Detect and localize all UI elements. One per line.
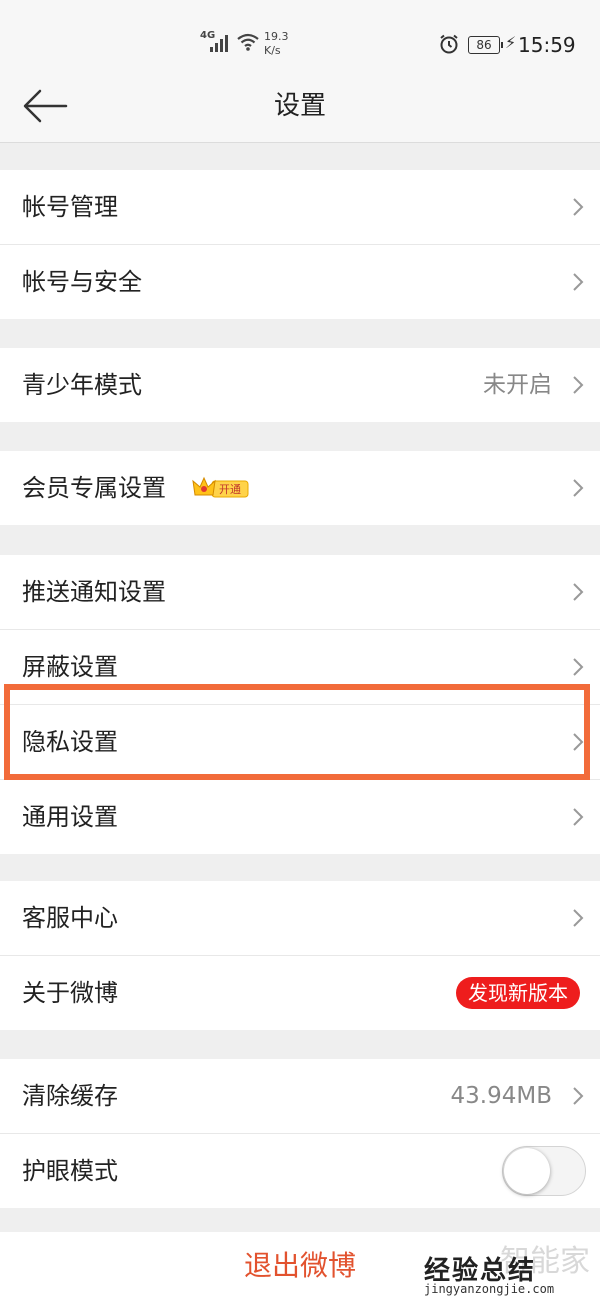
settings-item-label: 推送通知设置 — [22, 578, 166, 606]
settings-item-about-weibo[interactable]: 关于微博 发现新版本 — [0, 956, 600, 1030]
chevron-right-icon — [573, 658, 584, 676]
page-title: 设置 — [273, 91, 326, 121]
settings-item-account-management[interactable]: 帐号管理 — [0, 170, 600, 245]
settings-item-vip-settings[interactable]: 会员专属设置 开通 — [0, 451, 600, 525]
charging-icon: ⚡ — [505, 33, 517, 52]
toggle-knob — [504, 1148, 550, 1194]
chevron-right-icon — [573, 376, 584, 394]
back-button[interactable] — [22, 88, 68, 124]
settings-group-youth: 青少年模式 未开启 — [0, 348, 600, 422]
settings-item-label: 会员专属设置 — [22, 474, 166, 502]
network-speed-unit: K/s — [264, 44, 281, 57]
vip-open-badge[interactable]: 开通 — [192, 475, 250, 501]
settings-group-general: 推送通知设置 屏蔽设置 隐私设置 通用设置 — [0, 555, 600, 854]
network-speed: 19.3 K/s — [264, 30, 289, 58]
settings-item-push-notifications[interactable]: 推送通知设置 — [0, 555, 600, 630]
settings-item-label: 通用设置 — [22, 803, 118, 831]
chevron-right-icon — [573, 733, 584, 751]
network-speed-value: 19.3 — [264, 30, 289, 43]
status-bar: 4G 19.3 K/s 86 ⚡ 15:59 — [0, 0, 600, 70]
alarm-icon — [440, 34, 458, 54]
signal-icon — [210, 35, 228, 52]
settings-item-label: 关于微博 — [22, 979, 118, 1007]
watermark: 智能家 经验总结 jingyanzongjie.com — [424, 1236, 594, 1300]
settings-item-general-settings[interactable]: 通用设置 — [0, 780, 600, 854]
back-arrow-icon — [23, 89, 68, 123]
settings-item-youth-mode[interactable]: 青少年模式 未开启 — [0, 348, 600, 422]
chevron-right-icon — [573, 273, 584, 291]
battery-indicator: 86 — [468, 36, 503, 54]
chevron-right-icon — [573, 1087, 584, 1105]
wifi-icon — [237, 33, 259, 51]
settings-group-misc: 清除缓存 43.94MB 护眼模式 — [0, 1059, 600, 1208]
logout-button[interactable]: 退出微博 — [200, 1232, 400, 1300]
settings-group-account: 帐号管理 帐号与安全 — [0, 170, 600, 319]
settings-item-privacy-settings[interactable]: 隐私设置 — [0, 705, 600, 780]
chevron-right-icon — [573, 909, 584, 927]
settings-item-customer-service[interactable]: 客服中心 — [0, 881, 600, 956]
new-version-badge[interactable]: 发现新版本 — [456, 977, 580, 1009]
cache-size: 43.94MB — [450, 1083, 552, 1109]
chevron-right-icon — [573, 479, 584, 497]
settings-item-account-security[interactable]: 帐号与安全 — [0, 245, 600, 319]
settings-item-eye-protection: 护眼模式 — [0, 1134, 600, 1208]
watermark-url: jingyanzongjie.com — [424, 1282, 555, 1296]
settings-item-label: 隐私设置 — [22, 728, 118, 756]
youth-mode-status: 未开启 — [483, 372, 552, 398]
clock: 15:59 — [518, 33, 576, 57]
settings-item-block-settings[interactable]: 屏蔽设置 — [0, 630, 600, 705]
settings-item-label: 帐号管理 — [22, 193, 118, 221]
settings-item-label: 青少年模式 — [22, 371, 142, 399]
chevron-right-icon — [573, 583, 584, 601]
vip-badge-label: 开通 — [219, 483, 241, 496]
nav-bar: 设置 — [0, 70, 600, 143]
eye-protection-toggle[interactable] — [502, 1146, 586, 1196]
settings-item-label: 帐号与安全 — [22, 268, 142, 296]
settings-item-label: 护眼模式 — [22, 1157, 118, 1185]
settings-item-label: 客服中心 — [22, 904, 118, 932]
chevron-right-icon — [573, 198, 584, 216]
settings-item-label: 屏蔽设置 — [22, 653, 118, 681]
settings-group-vip: 会员专属设置 开通 — [0, 451, 600, 525]
chevron-right-icon — [573, 808, 584, 826]
settings-item-label: 清除缓存 — [22, 1082, 118, 1110]
settings-group-support: 客服中心 关于微博 发现新版本 — [0, 881, 600, 1030]
settings-item-clear-cache[interactable]: 清除缓存 43.94MB — [0, 1059, 600, 1134]
